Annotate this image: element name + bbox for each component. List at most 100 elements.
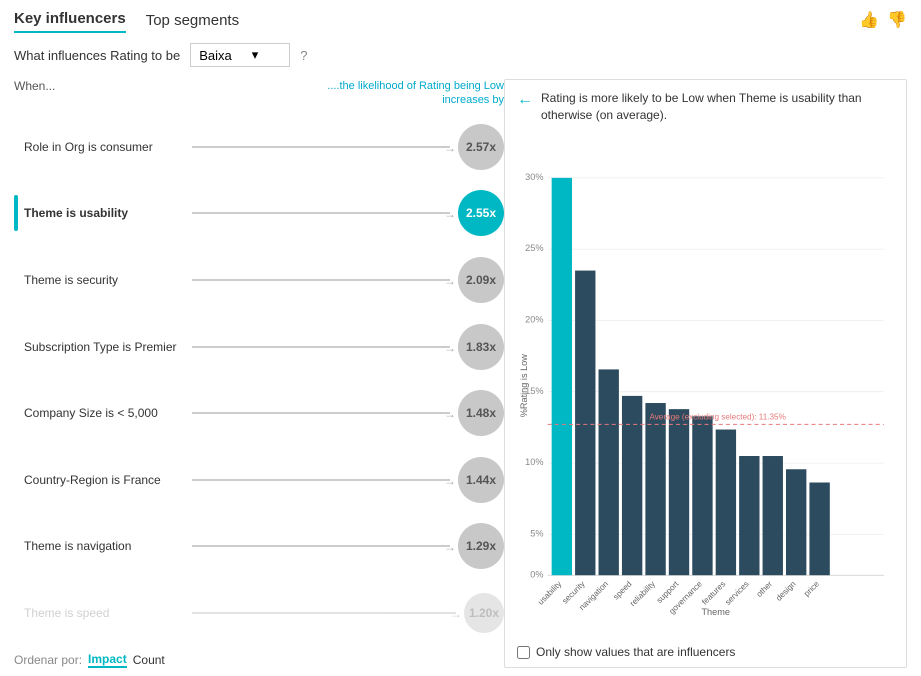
table-row[interactable]: Theme is usability → 2.55x <box>14 180 504 247</box>
table-row[interactable]: Theme is speed → 1.20x <box>14 579 504 646</box>
main-content: When... ....the likelihood of Rating bei… <box>14 79 907 668</box>
bar-chart-container: 30% 25% 20% 15% 10% 5% 0% %Rating is Low <box>517 132 894 639</box>
item-connector-line: → <box>192 212 450 214</box>
right-panel-title: Rating is more likely to be Low when The… <box>541 90 894 124</box>
back-arrow-icon[interactable]: ← <box>517 91 533 109</box>
influencer-value-bubble: 1.48x <box>458 390 504 436</box>
sort-label: Ordenar por: <box>14 653 82 667</box>
tab-key-influencers[interactable]: Key influencers <box>14 10 126 33</box>
tab-icons: 👍 👎 <box>859 10 907 30</box>
svg-text:20%: 20% <box>525 314 543 324</box>
chevron-down-icon: ▾ <box>252 47 259 63</box>
bar-features[interactable] <box>716 429 736 575</box>
filter-prefix-label: What influences Rating to be <box>14 48 180 63</box>
influencer-value-bubble: 1.44x <box>458 457 504 503</box>
influencer-value-bubble: 2.57x <box>458 124 504 170</box>
arrow-right-icon: → <box>444 407 456 421</box>
influencer-value-bubble: 1.29x <box>458 523 504 569</box>
influencer-label: Theme is usability <box>24 206 184 220</box>
influencer-label: Company Size is < 5,000 <box>24 406 184 420</box>
bar-design[interactable] <box>786 469 806 575</box>
tab-top-segments[interactable]: Top segments <box>146 12 239 33</box>
svg-text:%Rating is Low: %Rating is Low <box>519 353 529 416</box>
table-row[interactable]: Theme is navigation → 1.29x <box>14 513 504 580</box>
bar-security[interactable] <box>575 270 595 575</box>
likelihood-label: ....the likelihood of Rating being Low i… <box>324 79 504 108</box>
right-panel-footer: Only show values that are influencers <box>517 645 894 659</box>
svg-text:Theme: Theme <box>701 607 730 617</box>
table-row[interactable]: Subscription Type is Premier → 1.83x <box>14 313 504 380</box>
svg-text:Average (excluding selected):: Average (excluding selected): 11.35% <box>649 412 785 421</box>
sort-count-option[interactable]: Count <box>133 653 165 667</box>
influencer-value-bubble: 2.09x <box>458 257 504 303</box>
svg-text:reliability: reliability <box>628 578 657 607</box>
influencer-label: Country-Region is France <box>24 473 184 487</box>
influencer-label: Theme is navigation <box>24 539 184 553</box>
influencer-label: Subscription Type is Premier <box>24 340 184 354</box>
sort-impact-option[interactable]: Impact <box>88 652 127 668</box>
table-row[interactable]: Country-Region is France → 1.44x <box>14 446 504 513</box>
svg-text:services: services <box>723 579 750 606</box>
item-connector-line: → <box>192 279 450 281</box>
svg-text:5%: 5% <box>530 528 543 538</box>
arrow-right-icon: → <box>444 341 456 355</box>
svg-text:usability: usability <box>536 578 564 606</box>
bar-speed[interactable] <box>622 395 642 574</box>
filter-dropdown[interactable]: Baixa ▾ <box>190 43 290 67</box>
arrow-right-icon: → <box>444 207 456 221</box>
tabs-row: Key influencers Top segments 👍 👎 <box>14 10 907 33</box>
influencer-value-bubble: 1.20x <box>464 593 504 633</box>
item-connector-line: → <box>192 612 456 614</box>
svg-text:0%: 0% <box>530 569 543 579</box>
bar-chart-svg: 30% 25% 20% 15% 10% 5% 0% %Rating is Low <box>517 132 894 639</box>
svg-text:other: other <box>755 579 775 599</box>
show-influencers-label[interactable]: Only show values that are influencers <box>536 645 735 659</box>
bar-support[interactable] <box>669 409 689 575</box>
bar-price[interactable] <box>809 482 829 575</box>
arrow-right-icon: → <box>444 540 456 554</box>
bar-governance[interactable] <box>692 416 712 575</box>
arrow-right-icon: → <box>444 474 456 488</box>
filter-help-icon[interactable]: ? <box>300 48 307 63</box>
left-header: When... ....the likelihood of Rating bei… <box>14 79 504 108</box>
svg-text:price: price <box>802 579 821 598</box>
influencer-label: Role in Org is consumer <box>24 140 184 154</box>
item-connector-line: → <box>192 545 450 547</box>
influencer-value-bubble: 1.83x <box>458 324 504 370</box>
influencer-label: Theme is speed <box>24 606 184 620</box>
item-connector-line: → <box>192 412 450 414</box>
item-connector-line: → <box>192 346 450 348</box>
table-row[interactable]: Company Size is < 5,000 → 1.48x <box>14 380 504 447</box>
left-panel: When... ....the likelihood of Rating bei… <box>14 79 504 668</box>
filter-value: Baixa <box>199 48 232 63</box>
svg-text:30%: 30% <box>525 171 543 181</box>
table-row[interactable]: Role in Org is consumer → 2.57x <box>14 114 504 181</box>
bar-other[interactable] <box>763 456 783 575</box>
table-row[interactable]: Theme is security → 2.09x <box>14 247 504 314</box>
thumbs-down-icon[interactable]: 👎 <box>887 10 907 30</box>
influencer-list: Role in Org is consumer → 2.57x Theme is… <box>14 114 504 646</box>
svg-text:25%: 25% <box>525 243 543 253</box>
arrow-right-icon: → <box>450 607 462 621</box>
item-connector-line: → <box>192 146 450 148</box>
bar-reliability[interactable] <box>645 403 665 575</box>
svg-text:10%: 10% <box>525 457 543 467</box>
svg-text:speed: speed <box>611 579 633 601</box>
influencer-label: Theme is security <box>24 273 184 287</box>
when-label: When... <box>14 79 55 108</box>
svg-text:design: design <box>774 579 797 602</box>
bar-services[interactable] <box>739 456 759 575</box>
svg-text:features: features <box>700 579 727 606</box>
bar-usability[interactable] <box>552 177 572 574</box>
chart-area: 30% 25% 20% 15% 10% 5% 0% %Rating is Low <box>517 132 894 639</box>
bar-navigation[interactable] <box>599 369 619 575</box>
sort-row: Ordenar por: Impact Count <box>14 646 504 668</box>
right-panel: ← Rating is more likely to be Low when T… <box>504 79 907 668</box>
right-panel-header: ← Rating is more likely to be Low when T… <box>517 90 894 124</box>
thumbs-up-icon[interactable]: 👍 <box>859 10 879 30</box>
influencer-value-bubble: 2.55x <box>458 190 504 236</box>
show-influencers-checkbox[interactable] <box>517 646 530 659</box>
item-connector-line: → <box>192 479 450 481</box>
filter-row: What influences Rating to be Baixa ▾ ? <box>14 43 907 67</box>
selected-indicator-bar <box>14 195 18 231</box>
